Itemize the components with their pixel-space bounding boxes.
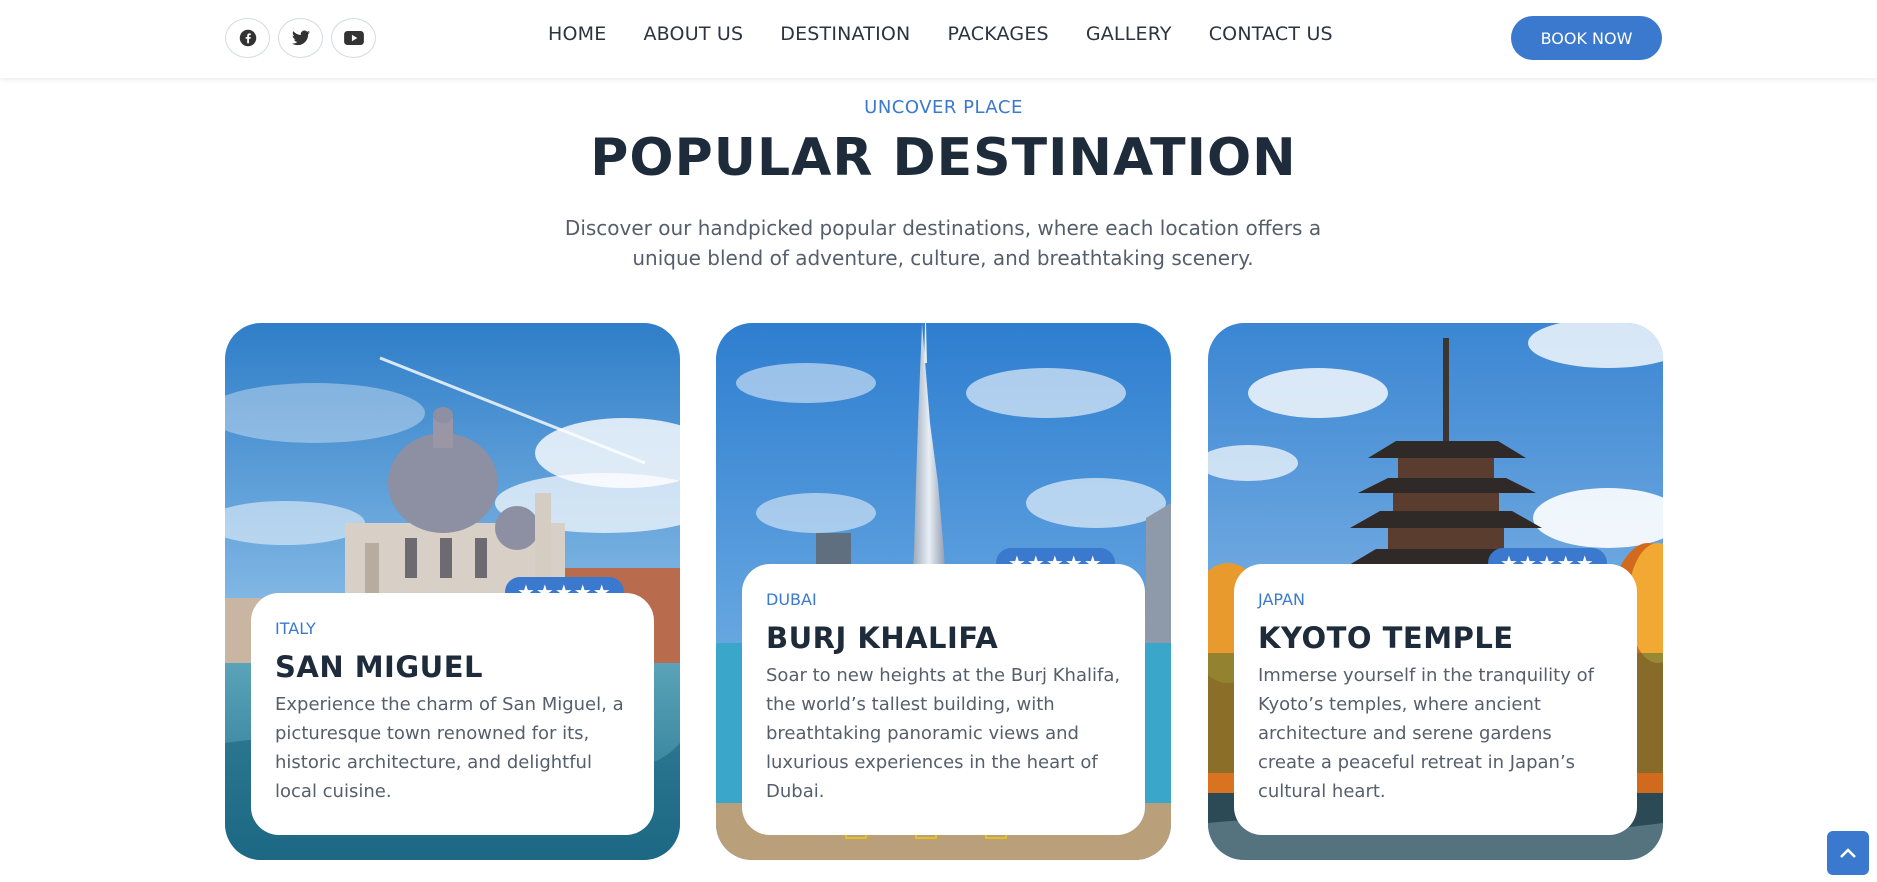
nav-destination[interactable]: DESTINATION xyxy=(780,23,910,45)
scroll-to-top-button[interactable] xyxy=(1827,831,1869,875)
card-info: JAPAN KYOTO TEMPLE Immerse yourself in t… xyxy=(1234,564,1637,835)
card-country: JAPAN xyxy=(1258,590,1305,609)
twitter-icon xyxy=(291,30,310,46)
main-nav: HOME ABOUT US DESTINATION PACKAGES GALLE… xyxy=(548,23,1333,45)
section-subtitle: Discover our handpicked popular destinat… xyxy=(564,216,1322,270)
card-title: SAN MIGUEL xyxy=(275,650,483,684)
card-description: Experience the charm of San Miguel, a pi… xyxy=(275,694,624,802)
chevron-up-icon xyxy=(1840,848,1856,858)
section-eyebrow: UNCOVER PLACE xyxy=(864,97,1023,118)
site-header: HOME ABOUT US DESTINATION PACKAGES GALLE… xyxy=(0,0,1877,78)
card-country: ITALY xyxy=(275,619,316,638)
facebook-link[interactable] xyxy=(225,18,270,58)
card-description: Immerse yourself in the tranquility of K… xyxy=(1258,665,1594,802)
section-title: POPULAR DESTINATION xyxy=(590,128,1297,188)
nav-about-us[interactable]: ABOUT US xyxy=(643,23,743,45)
nav-gallery[interactable]: GALLERY xyxy=(1086,23,1172,45)
destination-card-kyoto-temple[interactable]: ★★★★★ JAPAN KYOTO TEMPLE Immerse yoursel… xyxy=(1208,323,1663,860)
card-country: DUBAI xyxy=(766,590,817,609)
card-title: KYOTO TEMPLE xyxy=(1258,621,1514,655)
nav-packages[interactable]: PACKAGES xyxy=(947,23,1048,45)
destination-card-burj-khalifa[interactable]: ★★★★★ DUBAI BURJ KHALIFA Soar to new hei… xyxy=(716,323,1171,860)
youtube-link[interactable] xyxy=(331,18,376,58)
twitter-link[interactable] xyxy=(278,18,323,58)
card-title: BURJ KHALIFA xyxy=(766,621,999,655)
destination-card-san-miguel[interactable]: ★★★★★ ITALY SAN MIGUEL Experience the ch… xyxy=(225,323,680,860)
facebook-icon xyxy=(239,29,256,47)
book-now-button[interactable]: BOOK NOW xyxy=(1511,16,1662,60)
youtube-icon xyxy=(343,31,364,45)
card-description: Soar to new heights at the Burj Khalifa,… xyxy=(766,665,1121,802)
nav-contact-us[interactable]: CONTACT US xyxy=(1209,23,1333,45)
nav-home[interactable]: HOME xyxy=(548,23,606,45)
card-info: DUBAI BURJ KHALIFA Soar to new heights a… xyxy=(742,564,1145,835)
social-links xyxy=(225,18,376,58)
card-info: ITALY SAN MIGUEL Experience the charm of… xyxy=(251,593,654,835)
